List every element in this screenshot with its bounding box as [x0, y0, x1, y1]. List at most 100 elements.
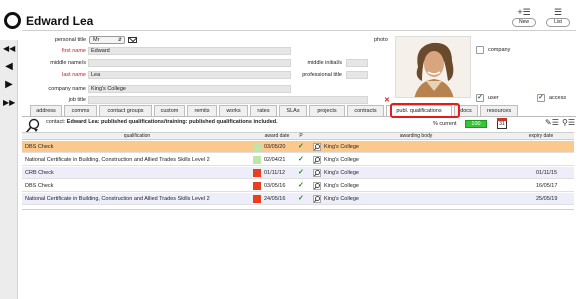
previous-record-icon[interactable]: ◀	[3, 62, 15, 72]
tab-address[interactable]: address	[30, 105, 62, 116]
portrait-image	[396, 37, 470, 97]
select-arrows-icon: ⇵	[117, 37, 122, 43]
header-qualification[interactable]: qualification	[22, 133, 252, 140]
qualification-cell: DBS Check	[25, 183, 54, 189]
tab-slas[interactable]: SLAs	[279, 105, 307, 116]
personal-title-value: Mr	[93, 37, 100, 43]
access-checkbox[interactable]: ✓	[537, 94, 545, 102]
lookup-search-icon[interactable]	[313, 143, 321, 151]
next-record-icon[interactable]: ▶	[3, 80, 15, 90]
contact-summary: contact: Edward Lea: published qualifica…	[46, 119, 278, 125]
percent-current-label: % current	[433, 121, 457, 127]
published-tick-icon: ✓	[298, 156, 304, 163]
company-name-label: company name	[48, 86, 86, 92]
awarding-body-cell: King's College	[324, 183, 359, 189]
personal-title-select[interactable]: Mr ⇵	[89, 36, 125, 44]
tab-projects[interactable]: projects	[309, 105, 345, 116]
tab-custom[interactable]: custom	[154, 105, 185, 116]
page-title: Edward Lea	[26, 14, 94, 28]
published-tick-icon: ✓	[298, 169, 304, 176]
contact-photo[interactable]	[395, 36, 471, 98]
first-name-label: first name	[61, 48, 86, 54]
table-row[interactable]: National Certificate in Building, Constr…	[22, 154, 574, 166]
award-date-cell: 02/04/21	[264, 157, 286, 163]
qualification-cell: DBS Check	[25, 144, 54, 150]
lookup-search-icon[interactable]	[313, 195, 321, 203]
first-record-icon[interactable]: ◀◀	[3, 44, 15, 54]
list-button-group[interactable]: ☰ List	[545, 7, 571, 29]
header-divider	[22, 30, 576, 31]
table-row[interactable]: CRB Check 01/11/12 ✓ King's College 01/11/15	[22, 167, 574, 179]
awarding-body-cell: King's College	[324, 170, 359, 176]
header-p[interactable]: P	[295, 133, 307, 140]
published-tick-icon: ✓	[298, 182, 304, 189]
tab-comms[interactable]: comms	[64, 105, 97, 116]
award-date-cell: 03/05/20	[264, 144, 286, 150]
status-indicator	[253, 143, 261, 151]
edit-list-icon[interactable]: ✎☰	[545, 118, 559, 127]
qualification-cell: National Certificate in Building, Constr…	[25, 157, 210, 163]
search-list-icon[interactable]: ⚲☰	[562, 118, 575, 127]
published-tick-icon: ✓	[298, 195, 304, 202]
percent-current-value[interactable]: 100	[465, 120, 487, 128]
lookup-search-icon[interactable]	[313, 156, 321, 164]
new-button-group[interactable]: +☰ New	[511, 7, 537, 29]
table-bottom-line	[22, 209, 574, 210]
new-record-icon: +☰	[517, 7, 531, 17]
delete-x-icon[interactable]: ✕	[384, 96, 390, 104]
job-title-field[interactable]	[88, 96, 368, 104]
email-icon[interactable]	[128, 37, 137, 43]
status-indicator	[253, 156, 261, 164]
table-row[interactable]: DBS Check 03/05/16 ✓ King's College 16/05/17	[22, 180, 574, 192]
expiry-date-cell: 25/05/19	[536, 196, 558, 202]
tab-contact-groups[interactable]: contact groups	[99, 105, 152, 116]
awarding-body-cell: King's College	[324, 157, 359, 163]
contact-prefix: contact:	[46, 119, 66, 125]
published-tick-icon: ✓	[298, 143, 304, 150]
middle-names-label: middle name/s	[50, 60, 86, 66]
status-indicator	[253, 195, 261, 203]
user-checkbox[interactable]: ✓	[476, 94, 484, 102]
new-button[interactable]: New	[512, 18, 536, 27]
company-checkbox-label: company	[488, 47, 511, 53]
photo-label: photo	[374, 37, 388, 43]
middle-initials-field[interactable]	[346, 59, 368, 67]
table-header: qualification award date P awarding body…	[22, 132, 574, 140]
user-checkbox-label: user	[488, 95, 499, 101]
middle-initials-label: middle initial/s	[307, 60, 342, 66]
contact-description: Edward Lea: published qualifications/tra…	[66, 119, 278, 125]
lookup-search-icon[interactable]	[313, 169, 321, 177]
tab-works[interactable]: works	[219, 105, 248, 116]
table-row[interactable]: DBS Check 03/05/20 ✓ King's College	[22, 141, 574, 153]
first-name-field[interactable]: Edward	[88, 47, 291, 55]
middle-names-field[interactable]	[88, 59, 291, 67]
header-expiry-date[interactable]: expiry date	[508, 133, 574, 140]
company-checkbox[interactable]	[476, 46, 484, 54]
table-row[interactable]: National Certificate in Building, Constr…	[22, 193, 574, 205]
tab-rates[interactable]: rates	[250, 105, 277, 116]
awarding-body-cell: King's College	[324, 196, 359, 202]
list-button[interactable]: List	[546, 18, 570, 27]
professional-title-field[interactable]	[346, 71, 368, 79]
tab-remits[interactable]: remits	[187, 105, 217, 116]
last-name-field[interactable]: Lea	[88, 71, 291, 79]
calendar-number: 31	[499, 121, 505, 127]
tab-contracts[interactable]: contracts	[347, 105, 384, 116]
lookup-search-icon[interactable]	[313, 182, 321, 190]
header-award-date[interactable]: award date	[260, 133, 294, 140]
expiry-date-cell: 01/11/15	[536, 170, 558, 176]
tab-resources[interactable]: resources	[480, 105, 518, 116]
company-name-field[interactable]: King's College	[88, 85, 291, 93]
status-indicator	[253, 182, 261, 190]
header-awarding-body[interactable]: awarding body	[322, 133, 510, 140]
award-date-cell: 24/05/16	[264, 196, 286, 202]
access-checkbox-label: access	[549, 95, 567, 101]
last-record-icon[interactable]: ▶▶	[3, 98, 15, 108]
professional-title-label: professional title	[302, 72, 342, 78]
awarding-body-cell: King's College	[324, 144, 359, 150]
calendar-icon[interactable]: 31	[497, 118, 507, 129]
qualification-cell: National Certificate in Building, Constr…	[25, 196, 210, 202]
active-tab-highlight	[390, 103, 460, 118]
list-icon: ☰	[553, 7, 563, 17]
job-title-label: job title	[68, 97, 86, 103]
